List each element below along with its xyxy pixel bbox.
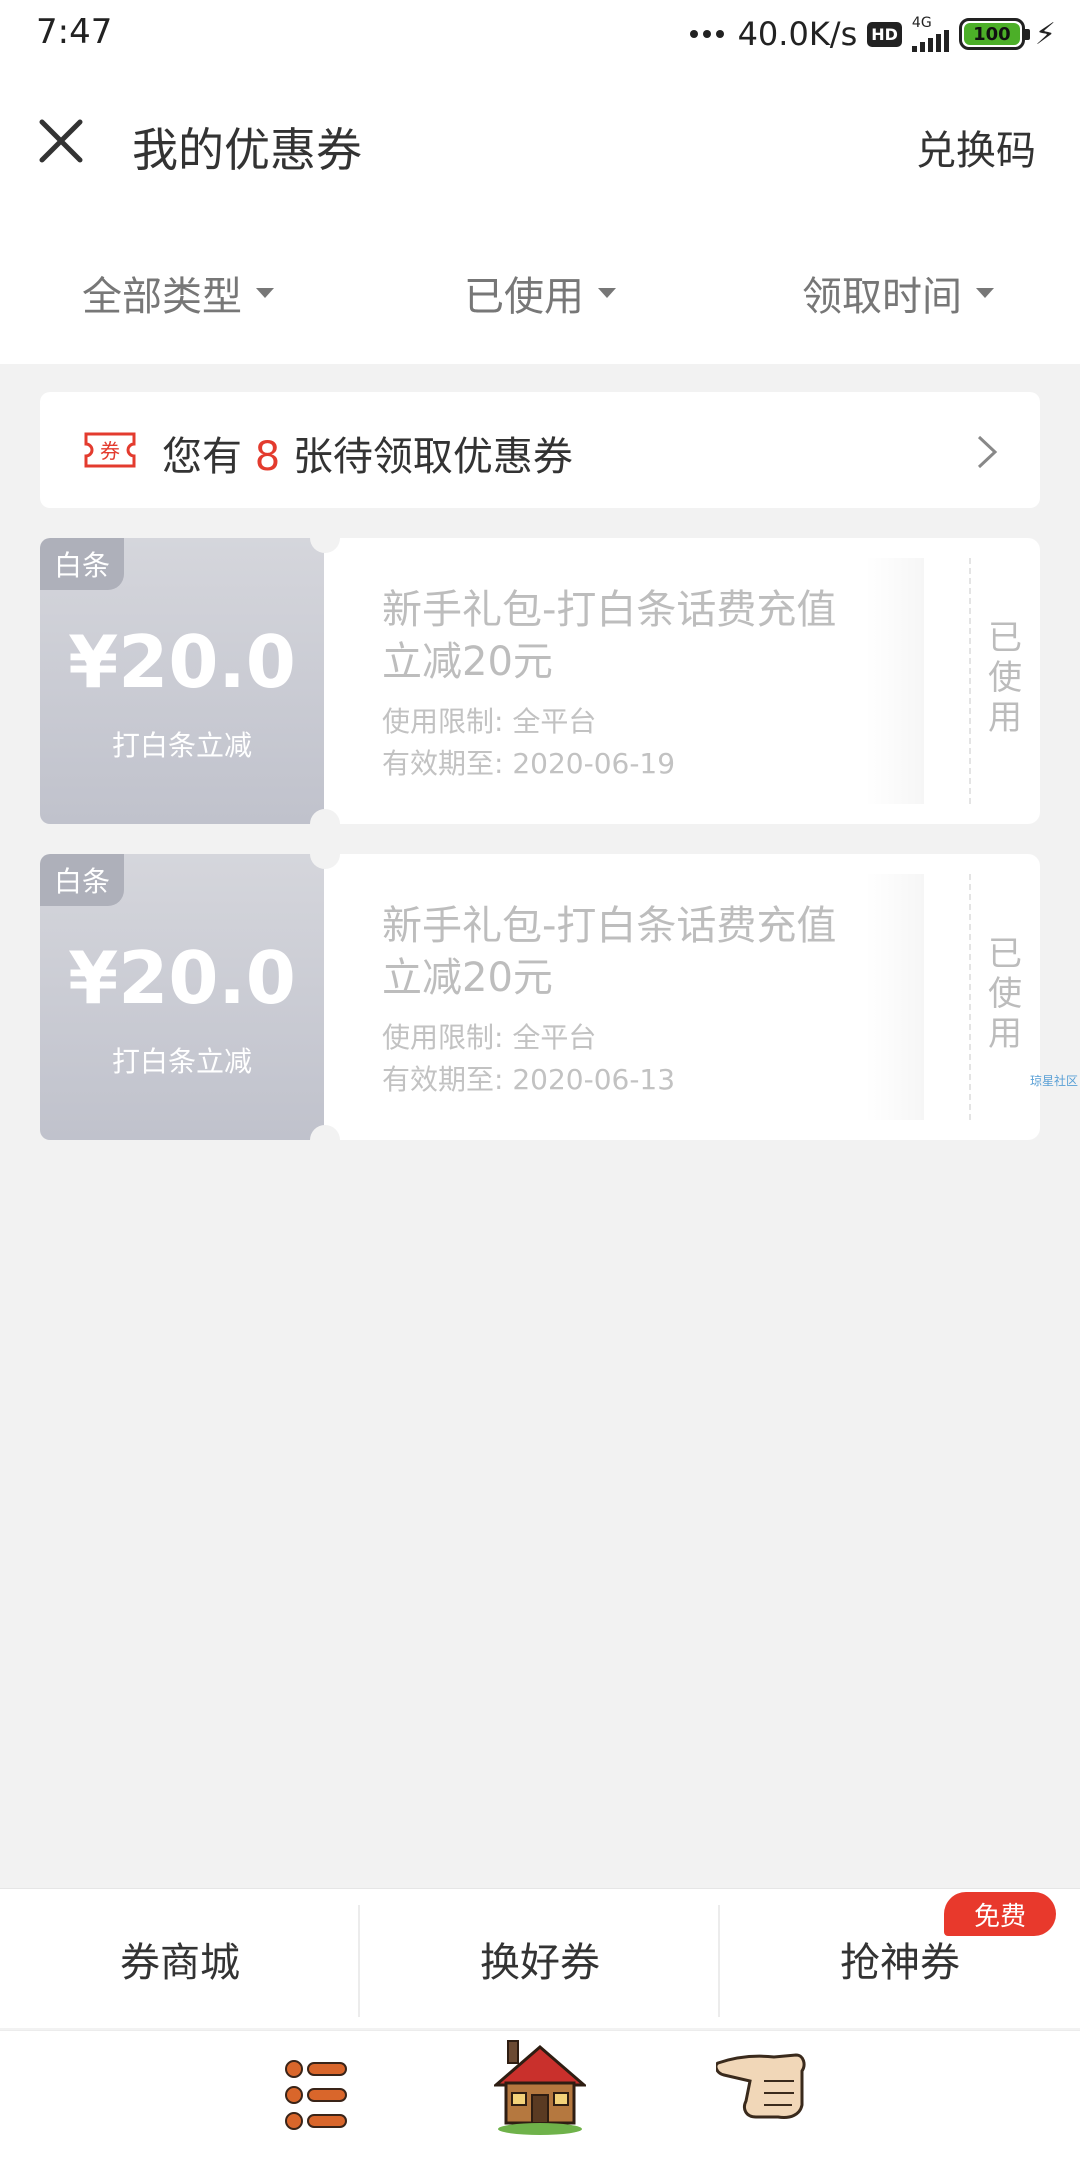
signal-icon: 4G [911,15,949,52]
battery-icon: 100 [958,18,1030,50]
ticket-icon: 券 [84,432,136,468]
coupon-card[interactable]: 白条 ¥20.0 打白条立减 新手礼包-打白条话费充值立减20元 使用限制: 全… [40,523,1040,839]
floating-icon-strip [0,2030,1080,2160]
chevron-right-icon [977,435,998,469]
status-bar: 7:47 40.0K/s HD 4G 100 ⚡ [0,0,1080,66]
coupon-divider-shadow [864,874,924,1120]
coupon-notch [310,1125,340,1155]
coupon-notch [310,809,340,839]
network-type: 4G [911,15,932,31]
network-speed: 40.0K/s [737,15,858,53]
pending-count: 8 [254,434,281,480]
header: 我的优惠券 兑换码 [0,90,1080,200]
battery-level: 100 [963,23,1020,45]
filter-status[interactable]: 已使用 [464,264,616,322]
list-menu-icon[interactable] [284,2049,350,2139]
watermark: 琼星社区 [1030,1074,1079,1088]
bottom-tab-bar: 券商城 换好券 抢神券 [0,1888,1080,2028]
caret-down-icon [256,288,274,298]
filter-time-label: 领取时间 [802,274,962,320]
coupon-value-panel: 白条 ¥20.0 打白条立减 [40,854,324,1140]
free-badge: 免费 [944,1892,1056,1936]
filter-bar: 全部类型 已使用 领取时间 [0,256,1080,328]
house-icon[interactable] [494,2037,586,2137]
filter-time[interactable]: 领取时间 [802,264,994,322]
coupon-dashed-divider [969,558,971,804]
coupon-divider-shadow [864,558,924,804]
coupon-status: 已使用 [988,618,1022,738]
page-title: 我的优惠券 [132,123,362,177]
banner-suffix: 张待领取优惠券 [292,434,573,480]
coupon-limit: 使用限制: 全平台 [382,705,597,738]
tab-coupon-mall[interactable]: 券商城 [0,1889,360,2029]
status-time: 7:47 [36,12,113,52]
caret-down-icon [976,288,994,298]
caret-down-icon [598,288,616,298]
coupon-subtitle: 打白条立减 [111,1045,252,1078]
coupon-detail-panel: 新手礼包-打白条话费充值立减20元 使用限制: 全平台 有效期至: 2020-0… [324,854,1040,1140]
redeem-code-button[interactable]: 兑换码 [916,118,1036,176]
coupon-notch [310,839,340,869]
tab-exchange-coupons[interactable]: 换好券 [360,1889,720,2029]
close-icon[interactable] [34,114,88,168]
coupon-title: 新手礼包-打白条话费充值立减20元 [382,587,837,685]
coupon-notch [310,523,340,553]
banner-prefix: 您有 [162,434,242,480]
coupon-amount: ¥20.0 [68,936,296,1020]
coupon-dashed-divider [969,874,971,1120]
coupon-amount: ¥20.0 [68,620,296,704]
filter-type[interactable]: 全部类型 [82,264,274,322]
hd-icon: HD [867,21,902,47]
charging-icon: ⚡ [1034,16,1056,52]
coupon-card[interactable]: 白条 ¥20.0 打白条立减 新手礼包-打白条话费充值立减20元 使用限制: 全… [40,839,1040,1155]
coupon-tag: 白条 [40,538,125,590]
coupon-detail-panel: 新手礼包-打白条话费充值立减20元 使用限制: 全平台 有效期至: 2020-0… [324,538,1040,824]
filter-type-label: 全部类型 [82,274,242,320]
coupon-expiry: 有效期至: 2020-06-19 [382,747,676,780]
pointing-hand-icon[interactable] [716,2041,808,2125]
ticket-icon-text: 券 [100,439,120,463]
pending-coupons-banner[interactable]: 券 您有 8 张待领取优惠券 [40,392,1040,508]
banner-text: 您有 8 张待领取优惠券 [162,424,573,482]
coupon-status: 已使用 [988,934,1022,1054]
more-dots-icon [689,30,724,38]
coupon-subtitle: 打白条立减 [111,729,252,762]
coupon-tag: 白条 [40,854,125,906]
status-indicators: 40.0K/s HD 4G 100 ⚡ [689,12,1056,56]
coupon-title: 新手礼包-打白条话费充值立减20元 [382,903,837,1001]
coupon-expiry: 有效期至: 2020-06-13 [382,1063,676,1096]
coupon-value-panel: 白条 ¥20.0 打白条立减 [40,538,324,824]
coupon-limit: 使用限制: 全平台 [382,1021,597,1054]
filter-status-label: 已使用 [464,274,584,320]
